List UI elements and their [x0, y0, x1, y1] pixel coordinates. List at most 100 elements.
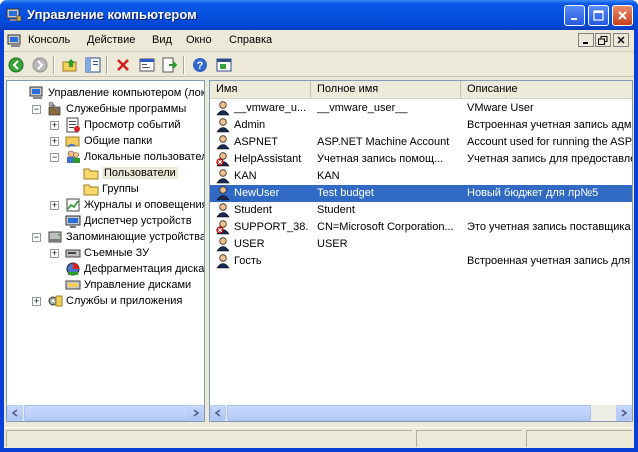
- tree-item[interactable]: Съемные ЗУ: [65, 245, 149, 261]
- tree-item[interactable]: Группы: [83, 181, 139, 197]
- expand-icon[interactable]: +: [50, 137, 59, 146]
- user-row[interactable]: Гость Встроенная учетная запись для ...: [210, 253, 632, 270]
- folder-up-icon: [62, 59, 77, 72]
- help-icon: ?: [193, 58, 207, 72]
- user-fullname-cell: [317, 118, 457, 134]
- user-icon: [216, 101, 230, 116]
- mdi-close-button[interactable]: [613, 33, 629, 47]
- user-fullname-cell: Учетная запись помощ...: [317, 153, 444, 165]
- menu-console[interactable]: Консоль: [28, 34, 70, 46]
- user-icon: [216, 118, 230, 133]
- mdi-restore-button[interactable]: [595, 33, 611, 47]
- maximize-button[interactable]: [588, 5, 609, 26]
- shared-folders-icon: [65, 136, 80, 148]
- tree-item[interactable]: Пользователи: [83, 165, 178, 181]
- user-name-cell: Гость: [234, 255, 262, 267]
- menu-help[interactable]: Справка: [229, 34, 272, 46]
- user-row[interactable]: HelpAssistant Учетная запись помощ... Учет…: [210, 151, 632, 168]
- services-icon: [48, 295, 63, 307]
- scroll-left-button[interactable]: [7, 405, 23, 421]
- tree-item[interactable]: Служебные программы: [47, 101, 186, 117]
- console-icon[interactable]: [7, 33, 23, 49]
- status-segment: [526, 430, 632, 447]
- expand-icon[interactable]: +: [50, 201, 59, 210]
- mdi-minimize-button[interactable]: [578, 33, 594, 47]
- tree-item-label: Управление дисками: [84, 279, 192, 291]
- window: Управление компьютером Консоль Действие …: [0, 0, 638, 452]
- menu-view[interactable]: Вид: [152, 34, 172, 46]
- user-name-cell: KAN: [234, 170, 257, 182]
- folder-icon: [83, 168, 99, 180]
- column-header-name[interactable]: Имя: [210, 81, 311, 99]
- title-bar[interactable]: Управление компьютером: [0, 0, 638, 30]
- tree-horizontal-scrollbar[interactable]: [7, 405, 204, 421]
- expand-icon[interactable]: +: [50, 249, 59, 258]
- export-list-button[interactable]: [161, 56, 179, 74]
- scroll-right-button[interactable]: [188, 405, 204, 421]
- column-header-fullname[interactable]: Полное имя: [311, 81, 461, 99]
- user-row[interactable]: Admin Встроенная учетная запись адм: [210, 117, 632, 134]
- tree-item-label: Журналы и оповещения пр: [84, 199, 205, 211]
- tree-item[interactable]: Управление дисками: [65, 277, 191, 293]
- properties-icon: [139, 58, 155, 72]
- tree-item[interactable]: Службы и приложения: [47, 293, 182, 309]
- toolbar: ?: [4, 53, 634, 77]
- user-row[interactable]: USER USER: [210, 236, 632, 253]
- tree-item-label: Съемные ЗУ: [84, 247, 150, 259]
- user-row[interactable]: SUPPORT_38... CN=Microsoft Corporation...…: [210, 219, 632, 236]
- tree-item[interactable]: Общие папки: [65, 133, 152, 149]
- scroll-left-arrow-icon: [214, 409, 221, 417]
- properties-button[interactable]: [138, 56, 156, 74]
- list-horizontal-scrollbar[interactable]: [210, 405, 632, 421]
- restore-icon: [598, 35, 608, 45]
- user-row[interactable]: Student Student: [210, 202, 632, 219]
- tree-item[interactable]: Управление компьютером (локаль: [29, 85, 204, 101]
- show-hide-tree-button[interactable]: [84, 56, 102, 74]
- scroll-right-arrow-icon: [621, 409, 628, 417]
- help-button[interactable]: ?: [191, 56, 209, 74]
- disabled-user-icon: [216, 220, 230, 235]
- minimize-button[interactable]: [564, 5, 585, 26]
- status-segment: [6, 430, 412, 447]
- expand-icon[interactable]: +: [32, 297, 41, 306]
- user-row[interactable]: NewUser Test budget Новый бюджет для лр№5: [210, 185, 632, 202]
- scroll-right-button[interactable]: [616, 405, 632, 421]
- close-button[interactable]: [612, 5, 633, 26]
- back-arrow-icon: [8, 57, 24, 73]
- status-bar: [4, 427, 634, 448]
- show-console-button[interactable]: [215, 56, 233, 74]
- menu-bar: Консоль Действие Вид Окно Справка: [4, 30, 634, 52]
- tree-item[interactable]: Запоминающие устройства: [47, 229, 204, 245]
- back-button[interactable]: [7, 56, 25, 74]
- console-tree[interactable]: Управление компьютером (локаль−Служебные…: [6, 80, 205, 422]
- delete-button[interactable]: [114, 56, 132, 74]
- menu-action[interactable]: Действие: [87, 34, 135, 46]
- scroll-left-button[interactable]: [210, 405, 226, 421]
- user-fullname-cell: [317, 254, 457, 270]
- user-row[interactable]: __vmware_u... __vmware_user__ VMware User: [210, 100, 632, 117]
- collapse-icon[interactable]: −: [32, 233, 41, 242]
- collapse-icon[interactable]: −: [32, 105, 41, 114]
- forward-button[interactable]: [31, 56, 49, 74]
- menu-window[interactable]: Окно: [186, 34, 212, 46]
- toolbar-separator: [53, 56, 55, 74]
- tree-item[interactable]: Просмотр событий: [65, 117, 181, 133]
- up-one-level-button[interactable]: [61, 56, 79, 74]
- column-header-description[interactable]: Описание: [461, 81, 632, 99]
- user-fullname-cell: USER: [317, 238, 348, 250]
- users-list-view[interactable]: Имя Полное имя Описание __vmware_u... __v…: [209, 80, 633, 422]
- expand-icon[interactable]: +: [50, 121, 59, 130]
- tree-item[interactable]: Диспетчер устройств: [65, 213, 192, 229]
- tree-item[interactable]: Дефрагментация диска: [65, 261, 204, 277]
- tree-item[interactable]: Локальные пользователи: [65, 149, 204, 165]
- user-row[interactable]: ASPNET ASP.NET Machine Account Account use…: [210, 134, 632, 151]
- tree-item[interactable]: Журналы и оповещения пр: [65, 197, 205, 213]
- list-scroll-thumb[interactable]: [227, 405, 591, 421]
- tree-item-label: Дефрагментация диска: [84, 263, 205, 275]
- tree-scroll-thumb[interactable]: [24, 405, 190, 421]
- defragmenter-icon: [66, 262, 80, 276]
- tree-item-label: Пользователи: [102, 167, 178, 179]
- collapse-icon[interactable]: −: [50, 153, 59, 162]
- user-row[interactable]: KAN KAN: [210, 168, 632, 185]
- user-name-cell: ASPNET: [234, 136, 279, 148]
